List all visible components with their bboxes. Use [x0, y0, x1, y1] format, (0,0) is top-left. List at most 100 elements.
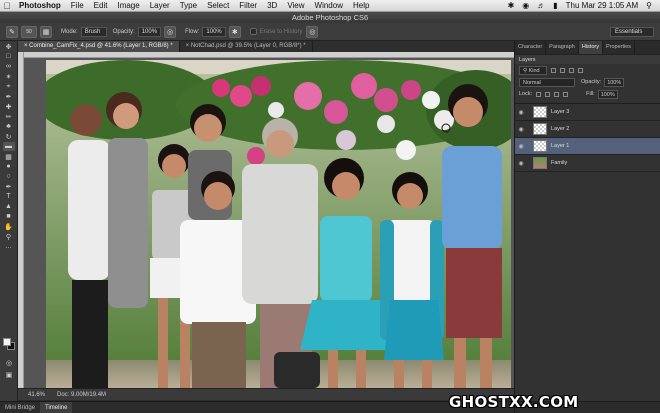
wifi-icon[interactable]: ◉: [518, 1, 533, 10]
kind-label: Kind: [528, 67, 540, 74]
pressure-size-icon[interactable]: ◎: [306, 25, 319, 38]
workspace-select[interactable]: Essentials: [610, 27, 654, 37]
tab-timeline[interactable]: Timeline: [40, 402, 73, 413]
filter-pixel-icon[interactable]: [551, 67, 556, 73]
airbrush-icon[interactable]: ✱: [228, 25, 241, 38]
family-photo[interactable]: [46, 60, 511, 388]
menu-filter[interactable]: Filter: [234, 1, 262, 10]
filter-adjust-icon[interactable]: [560, 67, 565, 73]
eye-icon[interactable]: ◉: [515, 160, 527, 167]
stamp-tool-icon[interactable]: ♣: [3, 122, 15, 131]
zoom-tool-icon[interactable]: ⚲: [3, 232, 15, 241]
lock-all-icon[interactable]: [563, 91, 569, 97]
layer-thumbnail: [533, 106, 547, 118]
window-title: Adobe Photoshop CS6: [0, 12, 660, 23]
tab-notchad[interactable]: × NotChad.psd @ 39.5% (Layer 0, RGB/8*) …: [180, 41, 313, 52]
layers-panel-title[interactable]: Layers: [515, 54, 660, 64]
brush-tool-icon[interactable]: ✏: [3, 112, 15, 121]
zoom-level[interactable]: 41.6%: [28, 392, 45, 398]
ellipsis-icon[interactable]: …: [3, 242, 15, 251]
move-tool-icon[interactable]: ✥: [3, 42, 15, 51]
layer-opacity-input[interactable]: 100%: [604, 77, 625, 87]
right-panels: Character Paragraph History Properties L…: [514, 41, 660, 413]
menu-edit[interactable]: Edit: [89, 1, 113, 10]
type-tool-icon[interactable]: T: [3, 192, 15, 201]
lasso-tool-icon[interactable]: ∞: [3, 62, 15, 71]
menu-layer[interactable]: Layer: [145, 1, 175, 10]
menu-image[interactable]: Image: [112, 1, 144, 10]
filter-shape-icon[interactable]: [578, 67, 583, 73]
mode-select[interactable]: Brush: [80, 26, 107, 37]
erase-history-checkbox[interactable]: [249, 28, 257, 35]
layer-kind-filter[interactable]: ⚲ Kind: [519, 65, 547, 75]
path-select-tool-icon[interactable]: ▲: [3, 202, 15, 211]
menu-window[interactable]: Window: [310, 1, 348, 10]
dodge-tool-icon[interactable]: ○: [3, 172, 15, 181]
watermark: GHOSTXX.COM: [449, 393, 579, 411]
layer-thumbnail: [533, 140, 547, 152]
brush-preset-picker[interactable]: 50: [21, 25, 37, 38]
tab-label: Combine_CamFix_4.psd @ 41.6% (Layer 1, R…: [29, 43, 173, 49]
flow-label: Flow:: [185, 28, 200, 35]
tab-mini-bridge[interactable]: Mini Bridge: [0, 402, 40, 413]
eraser-tool-icon[interactable]: ▬: [2, 142, 15, 151]
menu-help[interactable]: Help: [348, 1, 374, 10]
erase-history-label: Erase to History: [259, 28, 303, 35]
fill-label: Fill:: [586, 91, 595, 97]
menu-select[interactable]: Select: [202, 1, 234, 10]
fill-input[interactable]: 100%: [597, 89, 618, 99]
eraser-tool-icon[interactable]: ✎: [6, 25, 18, 38]
eye-icon[interactable]: ◉: [515, 109, 527, 116]
flow-input[interactable]: 100%: [202, 26, 226, 37]
tab-paragraph[interactable]: Paragraph: [546, 41, 579, 54]
menu-view[interactable]: View: [282, 1, 309, 10]
tab-character[interactable]: Character: [515, 41, 547, 54]
tab-properties[interactable]: Properties: [603, 41, 636, 54]
quick-select-tool-icon[interactable]: ✶: [3, 72, 15, 81]
crop-tool-icon[interactable]: ⌖: [3, 82, 15, 91]
gradient-tool-icon[interactable]: ▦: [3, 152, 15, 161]
menu-type[interactable]: Type: [175, 1, 202, 10]
lock-transparent-icon[interactable]: [536, 91, 542, 97]
layer-filter-row: ⚲ Kind: [515, 64, 660, 76]
menu-file[interactable]: File: [66, 1, 89, 10]
blur-tool-icon[interactable]: ●: [3, 162, 15, 171]
quick-mask-icon[interactable]: ◎: [3, 358, 15, 367]
lock-pixels-icon[interactable]: [545, 91, 551, 97]
bluetooth-icon[interactable]: ✱: [504, 1, 519, 10]
doc-size[interactable]: Doc: 9.00M/19.4M: [57, 392, 106, 398]
pen-tool-icon[interactable]: ✒: [3, 182, 15, 191]
layer-row-layer-2[interactable]: ◉ Layer 2: [515, 121, 660, 138]
filter-type-icon[interactable]: [569, 67, 574, 73]
pressure-opacity-icon[interactable]: ◎: [164, 25, 177, 38]
healing-tool-icon[interactable]: ✚: [3, 102, 15, 111]
volume-icon[interactable]: ♬: [533, 1, 549, 10]
shape-tool-icon[interactable]: ■: [3, 212, 15, 221]
history-brush-tool-icon[interactable]: ↻: [3, 132, 15, 141]
eyedropper-tool-icon[interactable]: ✒: [3, 92, 15, 101]
menubar-clock[interactable]: Thu Mar 29 1:05 AM: [562, 1, 642, 10]
apple-icon[interactable]: : [0, 1, 14, 11]
menu-3d[interactable]: 3D: [262, 1, 282, 10]
layer-row-layer-1[interactable]: ◉ Layer 1: [515, 138, 660, 155]
marquee-tool-icon[interactable]: □: [3, 52, 15, 61]
brush-panel-icon[interactable]: ▦: [40, 25, 52, 38]
spotlight-icon[interactable]: ⚲: [642, 1, 656, 10]
menu-app[interactable]: Photoshop: [14, 1, 66, 10]
foreground-color-swatch[interactable]: [3, 338, 11, 346]
eye-icon[interactable]: ◉: [515, 143, 527, 150]
tab-combine-camfix[interactable]: × Combine_CamFix_4.psd @ 41.6% (Layer 1,…: [18, 41, 180, 52]
layer-row-layer-3[interactable]: ◉ Layer 3: [515, 104, 660, 121]
layer-thumbnail: [533, 123, 547, 135]
eye-icon[interactable]: ◉: [515, 126, 527, 133]
lock-position-icon[interactable]: [554, 91, 560, 97]
blend-mode-select[interactable]: Normal: [519, 77, 575, 87]
hand-tool-icon[interactable]: ✋: [3, 222, 15, 231]
document-canvas[interactable]: [24, 58, 514, 388]
opacity-input[interactable]: 100%: [137, 26, 162, 37]
screen-mode-icon[interactable]: ▣: [3, 370, 15, 379]
layer-row-family[interactable]: ◉ Family: [515, 155, 660, 172]
panel-tabs: Character Paragraph History Properties: [515, 41, 660, 54]
tab-history[interactable]: History: [578, 41, 603, 54]
battery-icon[interactable]: ▮: [549, 1, 561, 10]
